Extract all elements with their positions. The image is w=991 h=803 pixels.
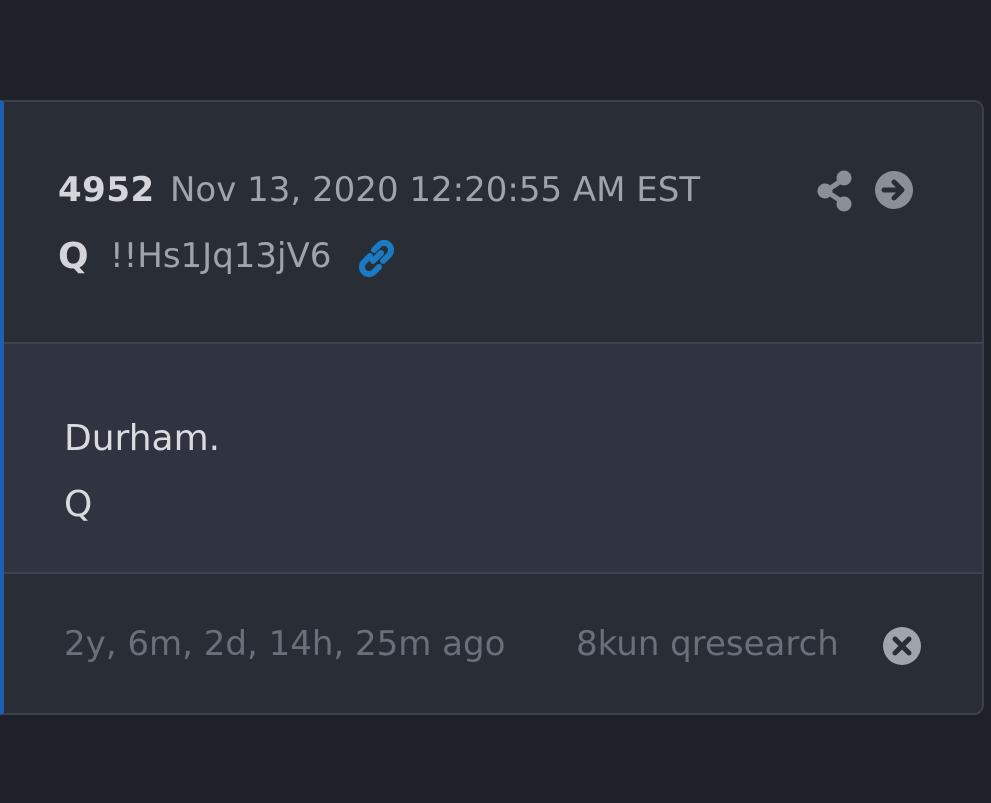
post-body: Durham. Q: [4, 344, 982, 574]
post-footer: 2y, 6m, 2d, 14h, 25m ago 8kun qresearch: [4, 574, 982, 713]
close-circle-icon[interactable]: [882, 626, 922, 666]
post-text-line: Durham.: [64, 418, 221, 459]
post-source[interactable]: 8kun qresearch: [576, 624, 839, 664]
link-icon[interactable]: [356, 238, 396, 278]
tripcode: !!Hs1Jq13jV6: [110, 236, 332, 276]
post-card: 4952 Nov 13, 2020 12:20:55 AM EST Q !!Hs…: [0, 100, 984, 715]
post-age: 2y, 6m, 2d, 14h, 25m ago: [64, 624, 506, 664]
share-icon[interactable]: [816, 170, 854, 212]
author-name: Q: [58, 236, 89, 277]
post-date: Nov 13, 2020 12:20:55 AM EST: [170, 170, 701, 210]
post-header: 4952 Nov 13, 2020 12:20:55 AM EST Q !!Hs…: [4, 102, 982, 344]
arrow-right-circle-icon[interactable]: [874, 170, 914, 210]
post-number[interactable]: 4952: [58, 170, 155, 210]
post-text-line: Q: [64, 484, 93, 525]
